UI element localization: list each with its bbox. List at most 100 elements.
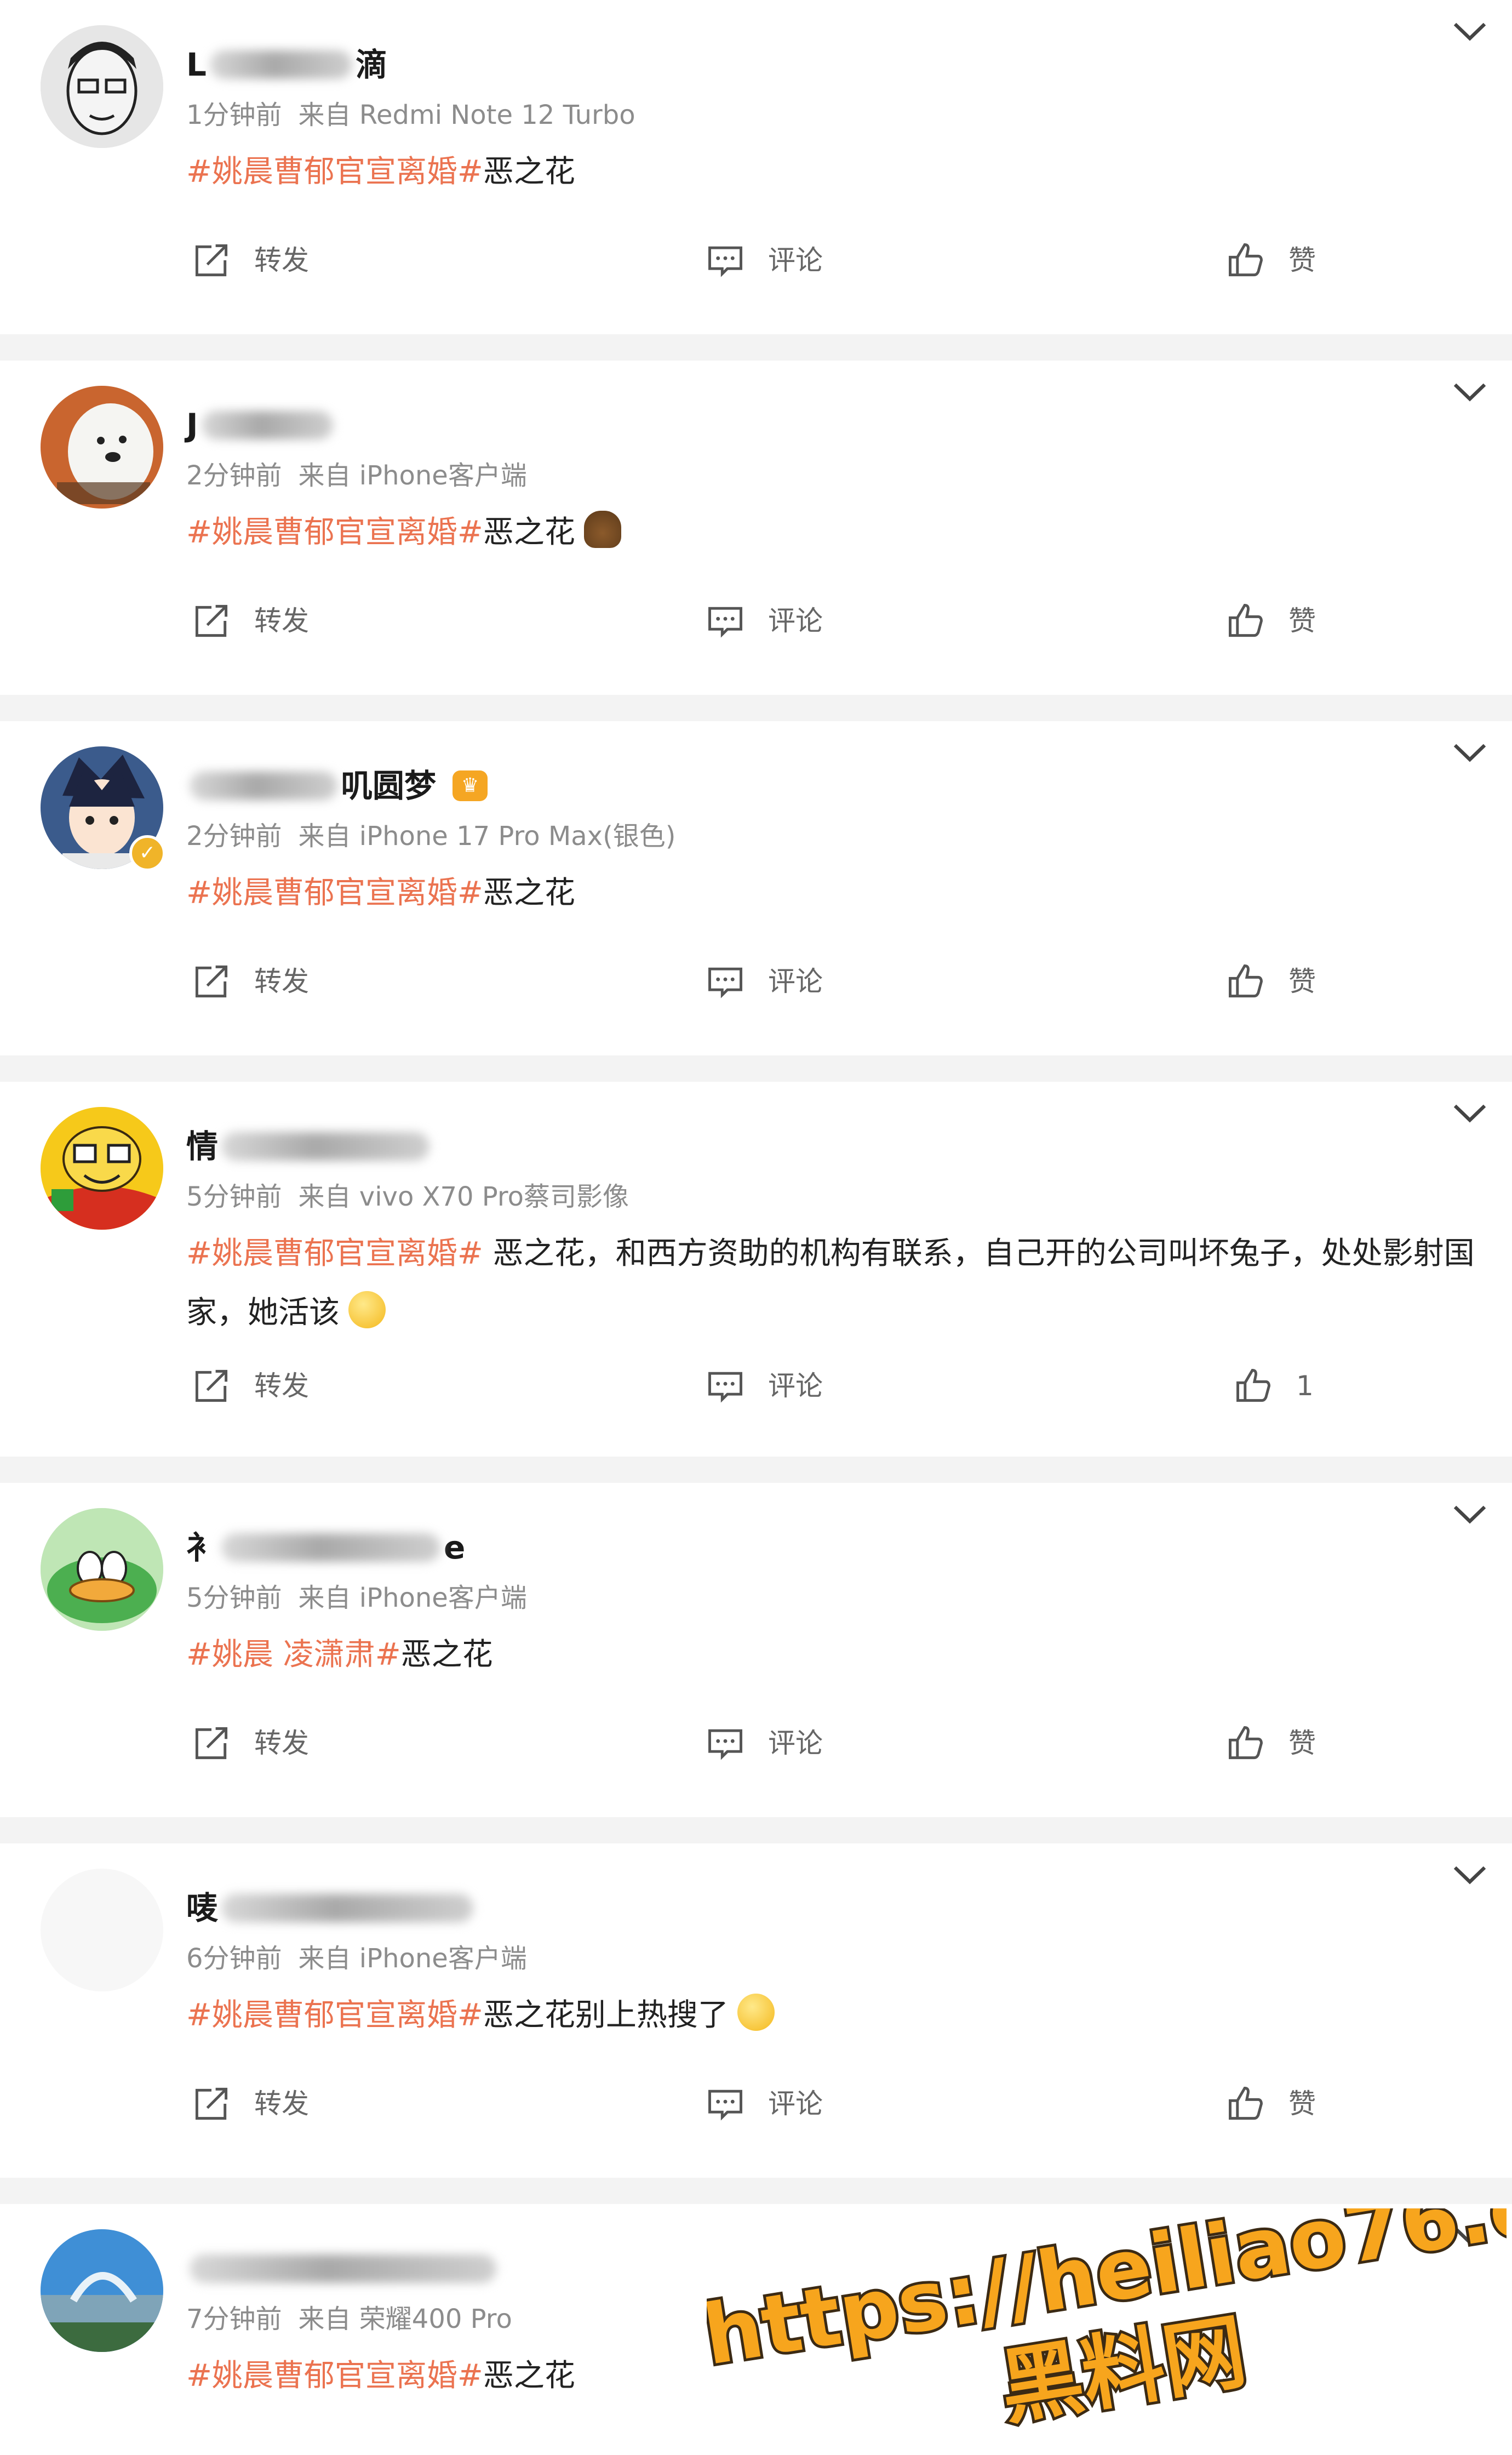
post-menu-chevron[interactable]	[1451, 375, 1489, 408]
like-button[interactable]: 赞	[1225, 596, 1316, 646]
blurred-name	[221, 1132, 430, 1161]
post-text: 恶之花	[400, 1637, 493, 1672]
like-count: 赞	[1288, 605, 1316, 637]
post-meta: 2分钟前 来自 iPhone 17 Pro Max(银色)	[186, 819, 676, 854]
comment-icon	[708, 1372, 742, 1403]
user-name[interactable]: 衤 e	[186, 1526, 465, 1569]
repost-button[interactable]: 转发	[191, 957, 309, 1006]
post-meta: 5分钟前 来自 vivo X70 Pro蔡司影像	[186, 1179, 629, 1214]
user-name[interactable]: L 滴	[186, 43, 387, 87]
post-meta: 6分钟前 来自 iPhone客户端	[186, 1941, 527, 1976]
post-menu-chevron[interactable]	[1451, 1497, 1489, 1530]
post-time: 5分钟前	[186, 1583, 282, 1613]
post-text: 恶之花	[483, 2358, 575, 2394]
like-button[interactable]: 赞	[1225, 2079, 1316, 2128]
chevron-down-icon	[1453, 1505, 1486, 1524]
thumbs-up-icon	[1236, 1369, 1270, 1402]
repost-button[interactable]: 转发	[191, 596, 309, 646]
post-separator	[0, 2178, 1512, 2204]
post-source: 来自 Redmi Note 12 Turbo	[298, 100, 635, 130]
comment-label: 评论	[768, 2088, 823, 2120]
weibo-post: L 滴 1分钟前 来自 Redmi Note 12 Turbo #姚晨曹郁官宣离婚…	[0, 0, 1512, 334]
post-meta: 1分钟前 来自 Redmi Note 12 Turbo	[186, 98, 635, 133]
comment-icon	[708, 967, 742, 998]
post-menu-chevron[interactable]	[1451, 735, 1489, 768]
like-count: 赞	[1288, 244, 1316, 276]
avatar[interactable]	[41, 1869, 163, 1991]
post-source: 来自 iPhone客户端	[298, 1583, 527, 1613]
like-button[interactable]: 赞	[1225, 957, 1316, 1006]
post-content: #姚晨曹郁官宣离婚#恶之花	[186, 142, 1490, 202]
action-bar: 转发 评论 赞	[0, 596, 1512, 646]
repost-button[interactable]: 转发	[191, 2079, 309, 2128]
avatar[interactable]	[41, 25, 163, 148]
post-separator	[0, 334, 1512, 361]
avatar[interactable]	[41, 1508, 163, 1631]
repost-icon	[195, 965, 228, 998]
repost-button[interactable]: 转发	[191, 1361, 309, 1411]
repost-button[interactable]: 转发	[191, 236, 309, 285]
repost-icon	[195, 1369, 228, 1402]
like-count: 1	[1296, 1370, 1314, 1402]
post-text: 恶之花	[483, 154, 575, 190]
like-count: 赞	[1288, 966, 1316, 997]
action-bar: 转发 评论 赞	[0, 957, 1512, 1006]
thumbs-up-icon	[1229, 1726, 1263, 1760]
weibo-post: 唛 6分钟前 来自 iPhone客户端 #姚晨曹郁官宣离婚#恶之花别上热搜了 转发…	[0, 1843, 1512, 2178]
post-meta: 7分钟前 来自 荣耀400 Pro	[186, 2302, 512, 2337]
post-content: #姚晨 凌潇肃#恶之花	[186, 1625, 1490, 1685]
post-menu-chevron[interactable]	[1451, 1096, 1489, 1129]
user-name-visible-part: 叽圆梦	[341, 767, 437, 804]
user-name[interactable]: 唛	[186, 1886, 477, 1930]
post-time: 5分钟前	[186, 1181, 282, 1212]
avatar[interactable]	[41, 386, 163, 509]
comment-button[interactable]: 评论	[705, 1361, 823, 1411]
repost-icon	[195, 244, 228, 277]
post-source: 来自 iPhone 17 Pro Max(银色)	[298, 821, 676, 852]
hashtag-link[interactable]: #姚晨曹郁官宣离婚#	[186, 875, 483, 911]
hashtag-link[interactable]: #姚晨曹郁官宣离婚#	[186, 154, 483, 190]
repost-label: 转发	[254, 1727, 309, 1759]
user-name-visible-part: 情	[186, 1128, 219, 1165]
post-menu-chevron[interactable]	[1451, 1858, 1489, 1891]
chevron-down-icon	[1453, 1866, 1486, 1885]
user-name[interactable]: 叽圆梦 ♛	[186, 764, 488, 808]
comment-button[interactable]: 评论	[705, 957, 823, 1006]
hashtag-link[interactable]: #姚晨曹郁官宣离婚#	[186, 515, 483, 550]
smile-emoji-icon	[348, 1291, 386, 1328]
post-menu-chevron[interactable]	[1451, 14, 1489, 47]
comment-button[interactable]: 评论	[705, 236, 823, 285]
like-button[interactable]: 赞	[1225, 236, 1316, 285]
post-meta: 2分钟前 来自 iPhone客户端	[186, 458, 527, 493]
action-bar: 转发 评论 赞	[0, 1718, 1512, 1768]
post-time: 1分钟前	[186, 100, 282, 130]
action-bar: 转发 评论 赞	[0, 236, 1512, 285]
hashtag-link[interactable]: #姚晨曹郁官宣离婚#	[186, 2358, 483, 2394]
like-button[interactable]: 赞	[1225, 1718, 1316, 1768]
like-button[interactable]: 1	[1233, 1361, 1314, 1411]
hashtag-link[interactable]: #姚晨曹郁官宣离婚#	[186, 1997, 483, 2033]
post-content: #姚晨曹郁官宣离婚# 恶之花，和西方资助的机构有联系，自己开的公司叫坏兔子，处处…	[186, 1224, 1490, 1343]
avatar[interactable]	[41, 2229, 163, 2352]
thumbs-up-icon	[1229, 2087, 1263, 2120]
repost-label: 转发	[254, 1370, 309, 1402]
post-separator	[0, 1457, 1512, 1483]
comment-button[interactable]: 评论	[705, 596, 823, 646]
repost-button[interactable]: 转发	[191, 1718, 309, 1768]
user-name-visible-part: e	[444, 1529, 466, 1566]
user-name[interactable]: J	[186, 403, 336, 447]
action-bar: 转发 评论 赞	[0, 2079, 1512, 2128]
hashtag-link[interactable]: #姚晨 凌潇肃#	[186, 1637, 401, 1672]
post-source: 来自 vivo X70 Pro蔡司影像	[298, 1181, 629, 1212]
comment-icon	[708, 607, 742, 638]
comment-button[interactable]: 评论	[705, 1718, 823, 1768]
post-content: #姚晨曹郁官宣离婚#恶之花	[186, 864, 1490, 923]
user-name[interactable]	[186, 2247, 500, 2291]
chevron-down-icon	[1453, 744, 1486, 762]
comment-button[interactable]: 评论	[705, 2079, 823, 2128]
hashtag-link[interactable]: #姚晨曹郁官宣离婚#	[186, 1236, 483, 1271]
weibo-post: 衤 e 5分钟前 来自 iPhone客户端 #姚晨 凌潇肃#恶之花 转发 评论 赞	[0, 1483, 1512, 1817]
avatar[interactable]	[41, 1107, 163, 1230]
user-name[interactable]: 情	[186, 1124, 433, 1168]
watermark: https://heiliao76.com 黑料网	[707, 2208, 1507, 2428]
